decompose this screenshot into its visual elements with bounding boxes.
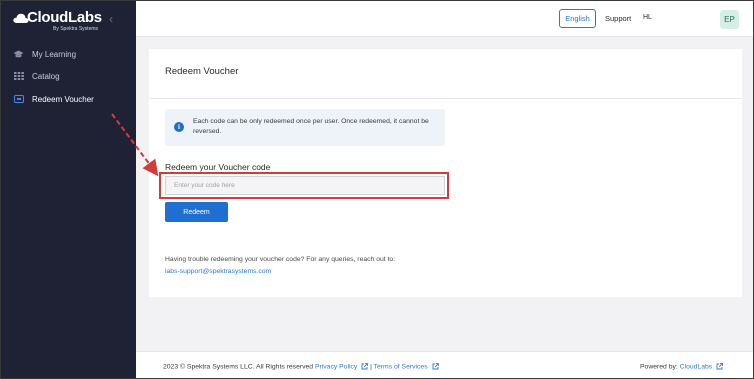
user-name-partial[interactable]: HL [643, 14, 652, 21]
info-alert: i Each code can be only redeemed once pe… [165, 109, 445, 146]
info-icon: i [174, 122, 184, 132]
external-link-icon [716, 363, 723, 370]
cloudlabs-link[interactable]: CloudLabs [680, 363, 713, 370]
footer-copyright-line: 2023 © Spektra Systems LLC. All Rights r… [163, 363, 439, 370]
logo-subtext: By Spektra Systems [53, 26, 99, 32]
footer-separator: | [370, 363, 372, 371]
sidebar: CloudLabs By Spektra Systems ‹ My Learni… [1, 1, 136, 378]
sidebar-item-label: Redeem Voucher [32, 94, 94, 104]
voucher-code-label: Redeem your Voucher code [165, 162, 271, 172]
footer: 2023 © Spektra Systems LLC. All Rights r… [136, 351, 753, 378]
powered-by-label: Powered by: [640, 363, 678, 371]
sidebar-item-my-learning[interactable]: My Learning [1, 44, 136, 64]
sidebar-item-label: Catalog [32, 71, 60, 81]
main-content: Redeem Voucher i Each code can be only r… [136, 37, 753, 351]
language-button[interactable]: English [559, 9, 596, 28]
external-link-icon [432, 363, 439, 370]
redeem-button[interactable]: Redeem [165, 202, 228, 222]
redeem-card: Redeem Voucher i Each code can be only r… [149, 49, 742, 297]
privacy-policy-link[interactable]: Privacy Policy [315, 363, 357, 370]
help-text: Having trouble redeeming your voucher co… [165, 256, 396, 263]
support-link[interactable]: Support [605, 14, 631, 23]
voucher-icon [13, 94, 24, 105]
grid-icon [13, 71, 24, 82]
avatar[interactable]: EP [720, 10, 739, 29]
terms-of-services-link[interactable]: Terms of Services [374, 363, 428, 370]
sidebar-item-redeem-voucher[interactable]: Redeem Voucher [1, 89, 136, 109]
input-highlight-box [159, 172, 449, 199]
sidebar-item-label: My Learning [32, 49, 77, 59]
powered-by: Powered by: CloudLabs [640, 363, 723, 370]
divider [149, 98, 742, 99]
copyright-text: 2023 © Spektra Systems LLC. All Rights r… [163, 363, 314, 371]
graduation-cap-icon [13, 49, 24, 60]
app-window: CloudLabs By Spektra Systems ‹ My Learni… [0, 0, 754, 379]
chevron-left-icon[interactable]: ‹ [109, 12, 113, 26]
cloudlabs-logo[interactable]: CloudLabs By Spektra Systems [13, 9, 113, 35]
sidebar-item-catalog[interactable]: Catalog [1, 66, 136, 86]
page-title: Redeem Voucher [165, 66, 239, 77]
support-email-link[interactable]: labs-support@spektrasystems.com [165, 268, 271, 275]
info-text: Each code can be only redeemed once per … [193, 118, 429, 135]
logo-text: CloudLabs [27, 9, 102, 26]
external-link-icon [361, 363, 369, 370]
top-bar: English Support HL EP [136, 1, 753, 37]
